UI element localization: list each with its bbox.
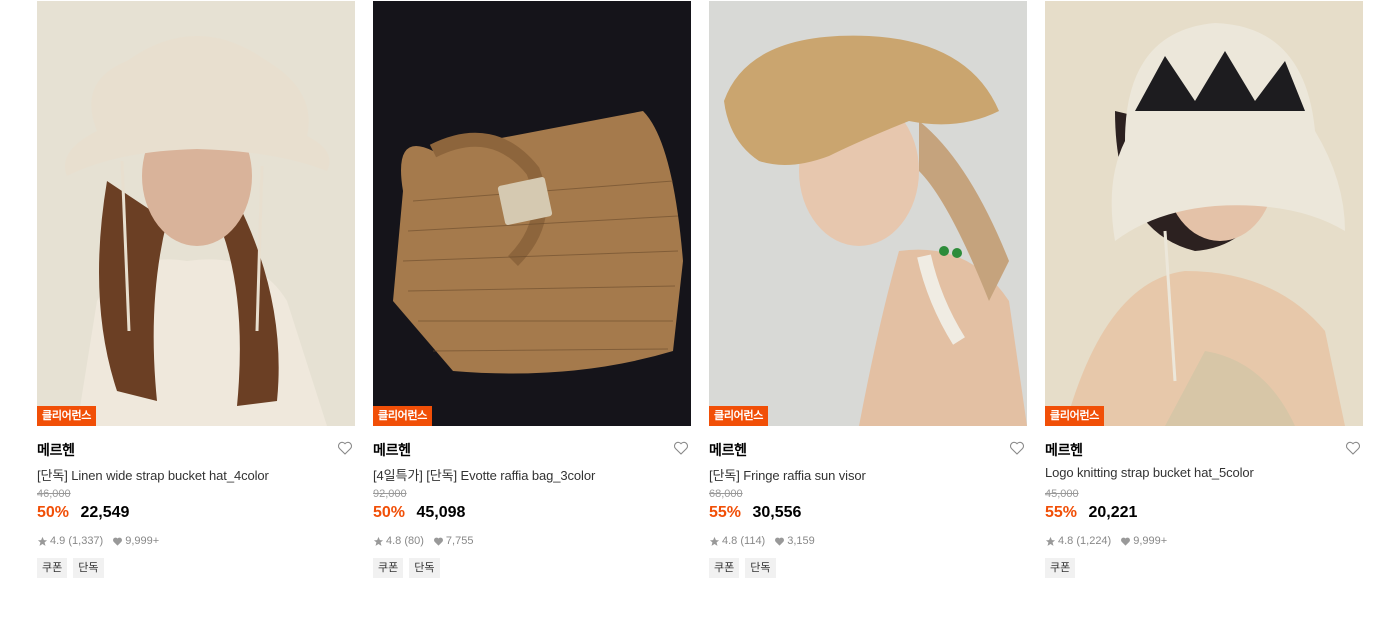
price-row: 55% 30,556 (709, 504, 1027, 526)
like-count: 9,999+ (125, 535, 160, 547)
clearance-badge: 클리어런스 (37, 406, 97, 426)
like-count: 7,755 (445, 535, 474, 547)
heart-outline-icon[interactable] (673, 440, 689, 456)
tag-list: 쿠폰 단독 (709, 558, 1027, 578)
product-title[interactable]: [단독] Linen wide strap bucket hat_4color (37, 465, 355, 483)
tag-list: 쿠폰 (1045, 558, 1363, 578)
original-price: 92,000 (373, 488, 407, 500)
review-count: (80) (404, 535, 424, 547)
sun-visor-photo-icon (709, 1, 1027, 426)
star-icon (709, 536, 720, 546)
brand-name[interactable]: 메르헨 (37, 440, 75, 460)
rating: 4.8 (386, 535, 402, 547)
heart-filled-icon (1121, 537, 1131, 546)
product-image[interactable]: 클리어런스 (709, 1, 1027, 426)
knit-bucket-hat-photo-icon (1045, 1, 1363, 426)
tag-coupon: 쿠폰 (709, 558, 740, 578)
discount-rate: 50% (37, 504, 70, 521)
tag-exclusive: 단독 (409, 558, 440, 578)
product-card[interactable]: 클리어런스 메르헨 [단독] Linen wide strap bucket h… (37, 1, 355, 578)
discount-rate: 55% (709, 504, 742, 521)
star-icon (1045, 536, 1056, 546)
tag-exclusive: 단독 (73, 558, 104, 578)
brand-name[interactable]: 메르헨 (709, 440, 747, 460)
product-card[interactable]: 클리어런스 메르헨 [4일특가] [단독] Evotte raffia bag_… (373, 1, 691, 578)
rating: 4.9 (50, 535, 66, 547)
tag-list: 쿠폰 단독 (373, 558, 691, 578)
raffia-bag-photo-icon (373, 1, 691, 426)
heart-filled-icon (775, 537, 785, 546)
heart-outline-icon[interactable] (1345, 440, 1361, 456)
original-price: 46,000 (37, 488, 71, 500)
tag-coupon: 쿠폰 (37, 558, 68, 578)
product-title[interactable]: [4일특가] [단독] Evotte raffia bag_3color (373, 465, 691, 483)
product-meta: 4.9 (1,337) 9,999+ (37, 533, 355, 549)
tag-coupon: 쿠폰 (1045, 558, 1076, 578)
product-card[interactable]: 클리어런스 메르헨 [단독] Fringe raffia sun visor 6… (709, 1, 1027, 578)
product-grid: 클리어런스 메르헨 [단독] Linen wide strap bucket h… (0, 0, 1378, 618)
brand-name[interactable]: 메르헨 (1045, 440, 1083, 460)
bucket-hat-photo-icon (37, 1, 355, 426)
clearance-badge: 클리어런스 (1045, 406, 1105, 426)
rating: 4.8 (722, 535, 738, 547)
product-meta: 4.8 (80) 7,755 (373, 533, 691, 549)
product-title[interactable]: Logo knitting strap bucket hat_5color (1045, 465, 1363, 483)
product-title[interactable]: [단독] Fringe raffia sun visor (709, 465, 1027, 483)
tag-coupon: 쿠폰 (373, 558, 404, 578)
rating: 4.8 (1058, 535, 1074, 547)
price-row: 55% 20,221 (1045, 504, 1363, 526)
review-count: (114) (740, 535, 766, 547)
heart-filled-icon (433, 537, 443, 546)
price-row: 50% 45,098 (373, 504, 691, 526)
star-icon (373, 536, 384, 546)
clearance-badge: 클리어런스 (373, 406, 433, 426)
review-count: (1,224) (1076, 535, 1112, 547)
heart-outline-icon[interactable] (337, 440, 353, 456)
product-image[interactable]: 클리어런스 (373, 1, 691, 426)
heart-outline-icon[interactable] (1009, 440, 1025, 456)
brand-name[interactable]: 메르헨 (373, 440, 411, 460)
like-count: 3,159 (787, 535, 815, 547)
star-icon (37, 536, 48, 546)
tag-exclusive: 단독 (745, 558, 776, 578)
product-meta: 4.8 (114) 3,159 (709, 533, 1027, 549)
heart-filled-icon (113, 537, 123, 546)
discount-rate: 55% (1045, 504, 1078, 521)
price-row: 50% 22,549 (37, 504, 355, 526)
sale-price: 20,221 (1088, 504, 1138, 521)
product-image[interactable]: 클리어런스 (1045, 1, 1363, 426)
sale-price: 30,556 (752, 504, 802, 521)
sale-price: 22,549 (80, 504, 130, 521)
product-image[interactable]: 클리어런스 (37, 1, 355, 426)
clearance-badge: 클리어런스 (709, 406, 769, 426)
product-card[interactable]: 클리어런스 메르헨 Logo knitting strap bucket hat… (1045, 1, 1363, 578)
product-meta: 4.8 (1,224) 9,999+ (1045, 533, 1363, 549)
discount-rate: 50% (373, 504, 406, 521)
like-count: 9,999+ (1133, 535, 1168, 547)
original-price: 45,000 (1045, 488, 1079, 500)
tag-list: 쿠폰 단독 (37, 558, 355, 578)
sale-price: 45,098 (416, 504, 466, 521)
review-count: (1,337) (68, 535, 104, 547)
original-price: 68,000 (709, 488, 743, 500)
